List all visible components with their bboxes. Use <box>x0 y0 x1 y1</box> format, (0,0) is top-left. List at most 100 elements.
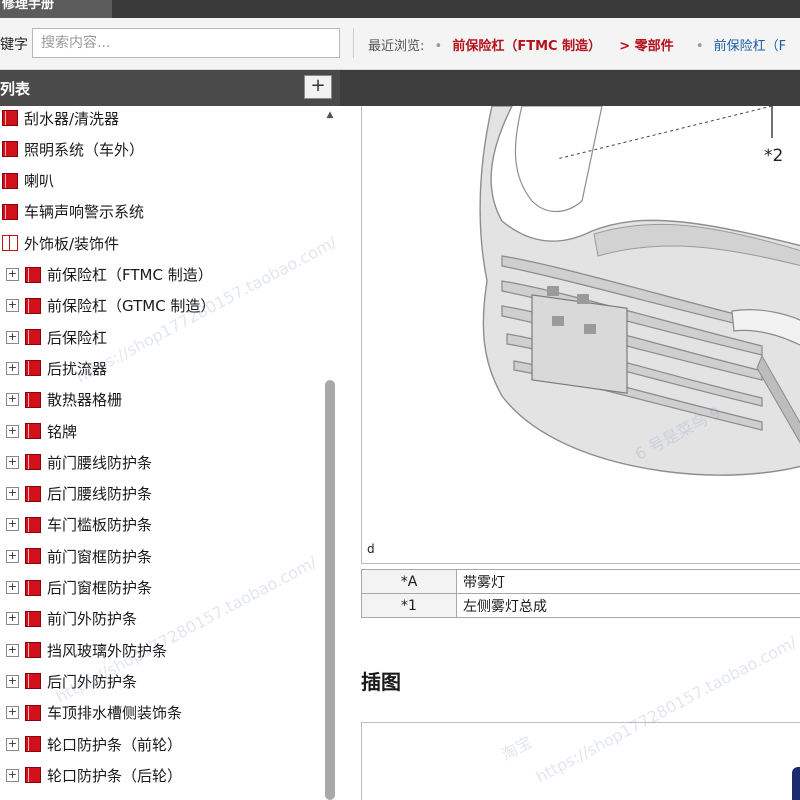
tree-item-label: 外饰板/装饰件 <box>24 234 120 253</box>
book-icon <box>25 360 41 377</box>
illustration-panel <box>361 722 800 800</box>
expand-icon[interactable]: + <box>6 455 19 469</box>
expand-icon[interactable]: + <box>6 330 19 344</box>
tree-item-label: 车门槛板防护条 <box>47 516 153 535</box>
section-title: 插图 <box>361 670 401 694</box>
tree-item[interactable]: + 后扰流器 <box>6 356 107 380</box>
app-title-tab[interactable]: 修理手册 <box>0 0 112 18</box>
tree-item-label: 后门外防护条 <box>47 672 138 691</box>
tree-item-label: 散热器格栅 <box>47 391 123 410</box>
book-icon <box>25 485 41 502</box>
book-icon <box>25 736 41 752</box>
recent-browsing: 最近浏览: • 前保险杠（FTMC 制造） > 零部件 • 前保险杠（F <box>368 35 786 54</box>
book-icon <box>25 297 41 314</box>
tree-item-label: 前门外防护条 <box>47 610 138 629</box>
book-icon <box>25 516 41 533</box>
recent-link-1[interactable]: 前保险杠（FTMC 制造） <box>452 39 601 54</box>
table-row: *A 带雾灯 <box>361 569 800 594</box>
search-input[interactable] <box>32 28 340 58</box>
expand-icon[interactable]: + <box>6 706 19 720</box>
expand-icon[interactable]: + <box>6 518 19 532</box>
legend-value: 左侧雾灯总成 <box>456 593 800 618</box>
open-book-icon <box>2 235 18 252</box>
book-icon <box>25 329 41 346</box>
tree-item[interactable]: + 车门槛板防护条 <box>6 513 152 537</box>
tree-item[interactable]: + 后门腰线防护条 <box>6 482 152 506</box>
expand-icon[interactable]: + <box>6 361 19 375</box>
tree-item[interactable]: 刮水器/清洗器 <box>2 106 119 130</box>
tree-item[interactable]: + 轮口防护条（后轮） <box>6 763 182 787</box>
book-icon <box>25 610 41 627</box>
expand-icon[interactable]: + <box>6 487 19 501</box>
sidebar-tree: 刮水器/清洗器照明系统（车外） 喇叭车辆声响警示系统 外饰板/装饰件 + 前保险杠（FT… <box>0 106 340 800</box>
expand-icon[interactable]: + <box>6 424 19 438</box>
book-icon <box>2 110 18 126</box>
expand-icon[interactable]: + <box>6 581 19 594</box>
tree-item-label: 前保险杠（FTMC 制造） <box>47 266 213 284</box>
tree-item[interactable]: + 前门窗框防护条 <box>6 544 152 568</box>
legend-key: *A <box>361 569 457 594</box>
part-illustration <box>792 767 800 800</box>
bullet-icon: • <box>695 39 704 54</box>
expand-icon[interactable]: + <box>6 549 19 563</box>
bumper-drawing <box>479 106 800 476</box>
tree-item[interactable]: + 后门窗框防护条 <box>6 576 152 600</box>
tree-item-label: 前保险杠（GTMC 制造） <box>47 297 216 316</box>
expand-icon[interactable]: + <box>6 393 19 407</box>
tree-item[interactable]: + 前门外防护条 <box>6 607 137 631</box>
book-icon <box>25 767 41 784</box>
tree-item-label: 轮口防护条（后轮） <box>47 766 183 785</box>
expand-icon[interactable]: + <box>6 612 19 626</box>
tree-item-label: 挡风玻璃外防护条 <box>47 641 168 660</box>
book-icon <box>25 642 41 659</box>
tree-item[interactable]: + 前门腰线防护条 <box>6 450 152 474</box>
expand-icon[interactable]: + <box>6 737 19 751</box>
tree-item-label: 刮水器/清洗器 <box>24 109 120 128</box>
book-icon <box>25 704 41 721</box>
legend-value: 带雾灯 <box>456 569 800 594</box>
book-icon <box>25 579 41 596</box>
book-icon <box>2 141 18 158</box>
callout-label: *2 <box>764 146 784 166</box>
expand-icon[interactable]: + <box>6 674 19 688</box>
expand-icon[interactable]: + <box>6 768 19 782</box>
tree-item-label: 前门窗框防护条 <box>47 547 153 566</box>
tree-item[interactable]: + 散热器格栅 <box>6 388 122 412</box>
tree-item-label: 后门腰线防护条 <box>47 485 153 504</box>
tree-item[interactable]: + 前保险杠（GTMC 制造） <box>6 294 215 318</box>
tree-item-label: 前门腰线防护条 <box>47 453 153 472</box>
tree-item[interactable]: 照明系统（车外） <box>2 137 144 161</box>
main-content: *2 d *A 带雾灯 *1 左侧雾灯总成 插图 <box>341 106 800 800</box>
tree-item[interactable]: + 前保险杠（FTMC 制造） <box>6 263 213 287</box>
recent-link-3[interactable]: 前保险杠（F <box>714 39 786 54</box>
bumper-illustration: *2 d <box>361 106 800 564</box>
tree-item[interactable]: 喇叭 <box>2 169 54 193</box>
tree-item-label: 后扰流器 <box>47 359 108 378</box>
expand-icon[interactable]: + <box>6 299 19 313</box>
expand-icon[interactable]: + <box>6 268 19 281</box>
tree-item[interactable]: + 轮口防护条（前轮） <box>6 732 182 756</box>
search-bar: 键字 最近浏览: • 前保险杠（FTMC 制造） > 零部件 • 前保险杠（F <box>0 18 800 70</box>
recent-label: 最近浏览: <box>368 39 425 54</box>
tree-item[interactable]: 外饰板/装饰件 <box>2 231 119 255</box>
book-icon <box>25 423 41 439</box>
tree-item[interactable]: + 铭牌 <box>6 419 77 443</box>
expand-icon[interactable]: + <box>6 643 19 657</box>
tree-item[interactable]: + 后门外防护条 <box>6 669 137 693</box>
scroll-thumb[interactable] <box>325 380 335 800</box>
tree-item[interactable]: + 后保险杠 <box>6 325 107 349</box>
tree-item-label: 后保险杠 <box>47 328 108 347</box>
scroll-up-icon[interactable]: ▲ <box>325 110 335 120</box>
add-button[interactable]: + <box>304 75 332 99</box>
tree-item-label: 车辆声响警示系统 <box>24 203 145 222</box>
recent-link-2[interactable]: > 零部件 <box>619 39 673 54</box>
book-icon <box>25 454 41 471</box>
tree-item[interactable]: 车辆声响警示系统 <box>2 200 144 224</box>
tree-item-label: 铭牌 <box>47 422 78 441</box>
tree-item-label: 车顶排水槽侧装饰条 <box>47 704 183 723</box>
tree-item-label: 照明系统（车外） <box>24 140 145 159</box>
book-icon <box>2 172 18 189</box>
book-icon <box>25 391 41 408</box>
tree-item[interactable]: + 车顶排水槽侧装饰条 <box>6 701 182 725</box>
tree-item[interactable]: + 挡风玻璃外防护条 <box>6 638 167 662</box>
